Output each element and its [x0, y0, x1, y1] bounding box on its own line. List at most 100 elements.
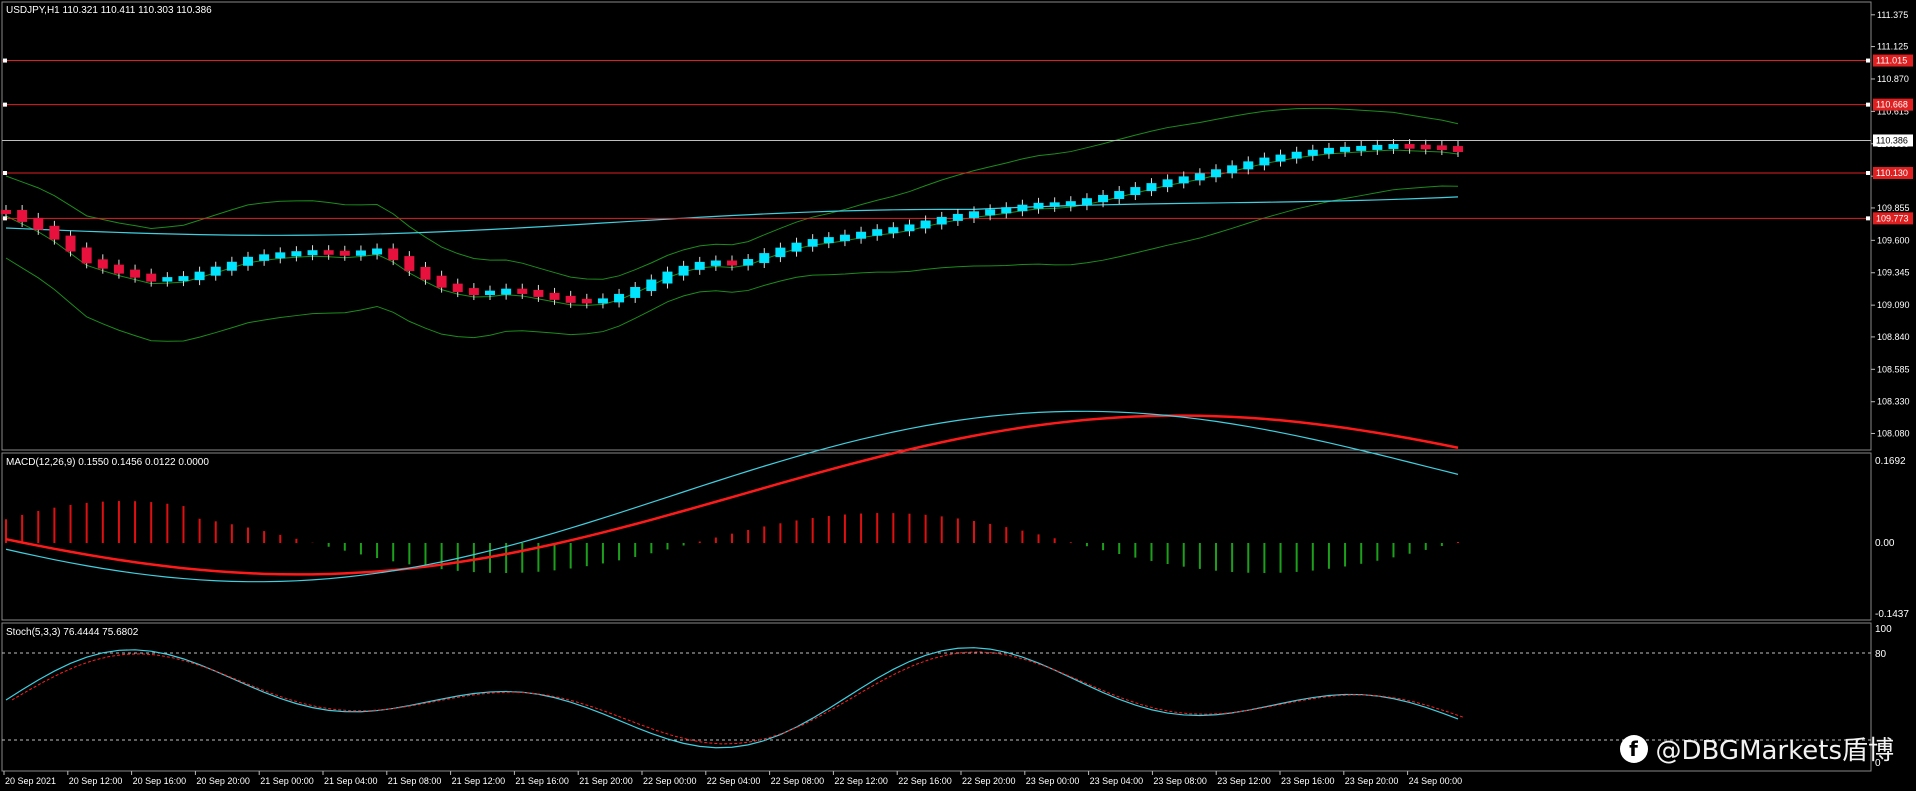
- candle-body: [243, 256, 253, 266]
- candle-body: [468, 288, 479, 296]
- line-handle: [1866, 170, 1870, 175]
- candle-body: [291, 251, 302, 257]
- candle-body: [162, 277, 173, 282]
- price-tag-label: 110.130: [1876, 168, 1908, 178]
- stoch-scale-100: 100: [1875, 624, 1892, 635]
- candle-body: [1453, 146, 1463, 152]
- candle-body: [775, 247, 786, 258]
- symbol-info: USDJPY,H1 110.321 110.411 110.303 110.38…: [6, 5, 212, 16]
- candle-body: [1420, 144, 1431, 150]
- stoch-panel[interactable]: Stoch(5,3,3) 76.4444 75.6802 100 80 0: [1, 622, 1892, 772]
- stoch-label: Stoch(5,3,3) 76.4444 75.6802: [6, 627, 139, 638]
- candle-body: [420, 266, 431, 280]
- line-handle: [1866, 216, 1870, 221]
- candle-body: [581, 298, 592, 304]
- macd-scale-zero: 0.00: [1875, 538, 1895, 549]
- time-tick-label: 24 Sep 00:00: [1409, 776, 1463, 786]
- candle-body: [259, 254, 270, 261]
- candle-body: [307, 250, 318, 256]
- candle-body: [872, 229, 883, 236]
- price-tag-label: 111.015: [1876, 56, 1907, 66]
- price-panel[interactable]: 111.375111.125110.870110.615110.360110.1…: [1, 1, 1913, 451]
- candle-body: [33, 217, 44, 230]
- price-tick-label: 108.330: [1877, 397, 1910, 407]
- candle-body: [614, 293, 625, 303]
- price-tick-label: 111.125: [1877, 42, 1908, 52]
- candle-body: [856, 231, 867, 239]
- candle-body: [920, 220, 931, 229]
- candle-body: [1146, 183, 1157, 192]
- candle-body: [1017, 204, 1028, 212]
- candle-body: [113, 264, 124, 274]
- candle-body: [501, 288, 512, 295]
- candle-body: [952, 213, 963, 221]
- time-tick-label: 21 Sep 12:00: [452, 776, 506, 786]
- watermark-text: @DBGMarkets盾博: [1655, 736, 1894, 766]
- time-tick-label: 22 Sep 04:00: [707, 776, 761, 786]
- candle-body: [1404, 144, 1415, 149]
- candle-body: [1211, 169, 1221, 178]
- price-tick-label: 110.870: [1877, 74, 1909, 84]
- candle-body: [1162, 179, 1173, 188]
- time-tick-label: 21 Sep 16:00: [515, 776, 569, 786]
- candle-body: [436, 275, 447, 288]
- line-handle: [1866, 58, 1870, 63]
- time-tick-label: 22 Sep 08:00: [771, 776, 825, 786]
- trading-chart[interactable]: 111.375111.125110.870110.615110.360110.1…: [0, 0, 1916, 791]
- time-tick-label: 22 Sep 00:00: [643, 776, 697, 786]
- price-tick-label: 109.855: [1877, 203, 1910, 213]
- candle-body: [81, 247, 92, 264]
- price-tick-label: 108.585: [1877, 364, 1910, 374]
- time-tick-label: 20 Sep 16:00: [133, 776, 187, 786]
- candle-body: [727, 260, 737, 266]
- candle-body: [1243, 161, 1254, 170]
- time-tick-label: 22 Sep 16:00: [898, 776, 952, 786]
- candle-body: [452, 283, 463, 293]
- candle-body: [888, 227, 899, 234]
- candle-body: [985, 209, 996, 216]
- candle-body: [388, 248, 399, 261]
- candle-body: [178, 276, 189, 282]
- candle-body: [1194, 173, 1205, 181]
- candle-body: [1130, 187, 1141, 196]
- price-tick-label: 109.090: [1877, 300, 1910, 310]
- macd-scale-top: 0.1692: [1875, 456, 1906, 467]
- time-tick-label: 23 Sep 00:00: [1026, 776, 1080, 786]
- candle-body: [323, 250, 334, 255]
- candle-body: [694, 261, 705, 270]
- time-tick-label: 20 Sep 2021: [5, 776, 56, 786]
- candle-body: [1081, 198, 1092, 206]
- candle-body: [1114, 191, 1125, 199]
- time-tick-label: 21 Sep 00:00: [260, 776, 314, 786]
- candle-body: [49, 225, 60, 240]
- price-tag-label: 109.773: [1876, 213, 1909, 223]
- candle-body: [210, 266, 221, 276]
- candle-body: [1, 210, 11, 214]
- candle-body: [1323, 147, 1334, 154]
- price-tag-label: 110.668: [1876, 100, 1908, 110]
- candle-body: [904, 224, 915, 232]
- candle-body: [1291, 151, 1302, 159]
- candle-body: [1356, 145, 1367, 151]
- candle-body: [1227, 165, 1238, 174]
- price-tick-label: 111.375: [1877, 10, 1908, 20]
- candle-body: [646, 279, 657, 291]
- candle-body: [1307, 149, 1318, 156]
- macd-scale-bottom: -0.1437: [1875, 609, 1909, 620]
- candle-body: [678, 265, 689, 276]
- time-axis: 20 Sep 2021 20 Sep 12:00 20 Sep 16:00 20 Se…: [3, 771, 1463, 786]
- price-tick-label: 109.345: [1877, 268, 1910, 278]
- line-handle: [3, 170, 7, 175]
- candle-body: [1372, 144, 1383, 150]
- time-tick-label: 23 Sep 12:00: [1217, 776, 1271, 786]
- candle-body: [1388, 144, 1399, 149]
- candle-body: [372, 248, 383, 255]
- candle-body: [597, 298, 608, 304]
- candle-body: [1033, 202, 1044, 209]
- price-tick-label: 108.840: [1877, 332, 1910, 342]
- time-tick-label: 22 Sep 12:00: [834, 776, 888, 786]
- candle-body: [662, 271, 673, 284]
- candle-body: [791, 242, 802, 252]
- candle-body: [1436, 145, 1447, 151]
- candle-body: [549, 292, 560, 300]
